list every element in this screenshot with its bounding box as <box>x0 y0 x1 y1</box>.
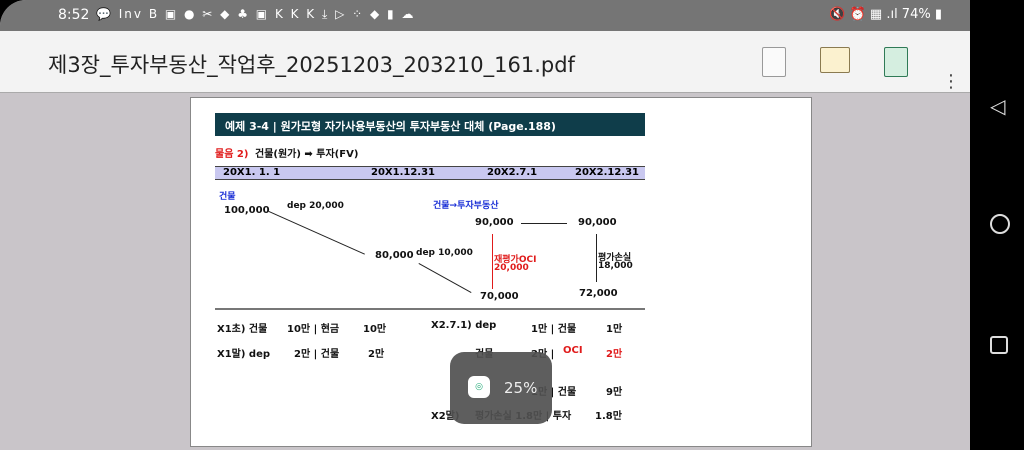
value-100000: 100,000 <box>224 205 270 216</box>
date-label: 20X2.12.31 <box>575 167 640 178</box>
value-90000: 90,000 <box>475 217 514 228</box>
journal-entry: 9만 <box>606 387 623 398</box>
document-title: 제3장_투자부동산_작업후_20251203_203210_161.pdf <box>48 53 575 77</box>
transfer-label: 건물→투자부동산 <box>433 201 499 211</box>
date-label: 20X2.7.1 <box>487 167 538 178</box>
question-label: 물음 2) <box>215 149 249 160</box>
oci-amount: 20,000 <box>494 263 529 273</box>
journal-entry: X1초) 건물 <box>217 324 268 335</box>
arrow-line <box>268 211 365 255</box>
zoom-percent: 25% <box>504 379 538 397</box>
value-72000: 72,000 <box>579 288 618 299</box>
journal-entry: OCI <box>563 345 583 356</box>
app-icon: ◎ <box>468 376 490 398</box>
journal-entry: 10만 | 현금 <box>287 324 340 335</box>
arrow-line <box>521 223 567 224</box>
date-bar: 20X1. 1. 1 20X1.12.31 20X2.7.1 20X2.12.3… <box>215 166 645 180</box>
dep-label: dep 20,000 <box>287 201 344 211</box>
journal-entry: 1.8만 <box>595 411 622 422</box>
example-banner: 예제 3-4 | 원가모형 자가사용부동산의 투자부동산 대체 (Page.18… <box>215 113 645 136</box>
page-view-icon[interactable] <box>762 47 786 77</box>
journal-entry: 10만 <box>363 324 387 335</box>
status-bar: 8:52 💬 Inv B ▣ ● ✂ ◆ ♣ ▣ K K K ⤓ ▷ ⁘ ◆ ▮… <box>0 0 970 31</box>
recents-icon[interactable] <box>990 336 1008 354</box>
notification-icons: 💬 Inv B ▣ ● ✂ ◆ ♣ ▣ K K K ⤓ ▷ ⁘ ◆ ▮ ☁ <box>96 7 416 21</box>
back-icon[interactable]: ◁ <box>990 94 1005 118</box>
arrow-line <box>418 263 472 293</box>
journal-entry: 2만 <box>368 349 385 360</box>
journal-entry: 2만 | 건물 <box>294 349 340 360</box>
home-icon[interactable] <box>990 214 1010 234</box>
date-label: 20X1.12.31 <box>371 167 436 178</box>
dep-label: dep 10,000 <box>416 248 473 258</box>
question-text: 건물(원가) ➡ 투자(FV) <box>255 149 359 160</box>
date-label: 20X1. 1. 1 <box>223 167 281 178</box>
toolbar: 제3장_투자부동산_작업후_20251203_203210_161.pdf ⋮ <box>0 31 970 93</box>
clock: 8:52 <box>58 7 90 23</box>
building-label: 건물 <box>219 192 236 202</box>
journal-entry: 2만 <box>606 349 623 360</box>
journal-entry: 1만 <box>606 324 623 335</box>
journal-entry: X2.7.1) dep <box>431 320 497 331</box>
app-screen: 8:52 💬 Inv B ▣ ● ✂ ◆ ♣ ▣ K K K ⤓ ▷ ⁘ ◆ ▮… <box>0 0 970 450</box>
journal-entry: 1만 | 건물 <box>531 324 577 335</box>
outline-list-icon[interactable] <box>884 47 908 77</box>
zoom-toast: ◎ 25% <box>450 352 552 424</box>
more-menu-icon[interactable]: ⋮ <box>942 73 960 91</box>
divider <box>215 308 645 310</box>
value-80000: 80,000 <box>375 250 414 261</box>
oci-arrow <box>492 234 493 289</box>
loss-arrow <box>596 234 597 282</box>
journal-entry: X1말) dep <box>217 349 271 360</box>
comment-icon[interactable] <box>820 47 850 73</box>
system-status: 🔇 ⏰ ▦ .ıl 74% ▮ <box>829 7 942 22</box>
value-90000: 90,000 <box>578 217 617 228</box>
value-70000: 70,000 <box>480 291 519 302</box>
loss-amount: 18,000 <box>598 261 633 271</box>
